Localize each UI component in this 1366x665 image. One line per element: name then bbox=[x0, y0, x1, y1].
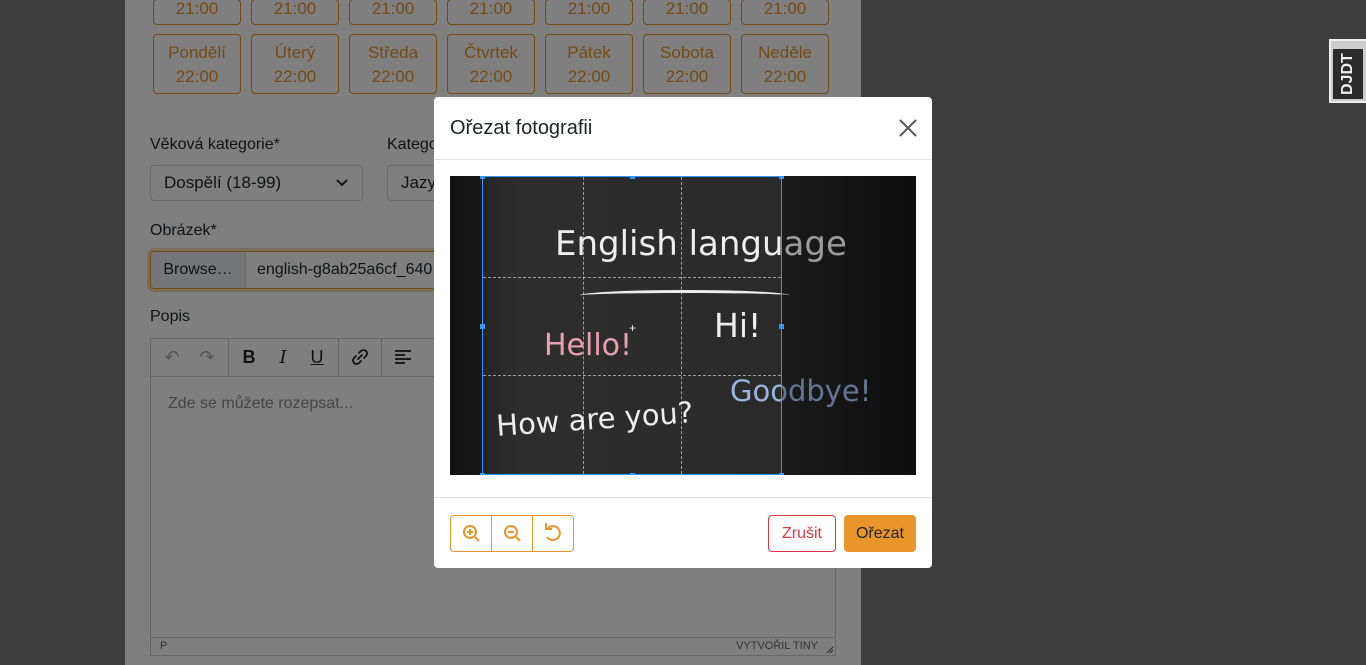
crop-box[interactable]: + bbox=[480, 176, 784, 475]
debug-toolbar-handle[interactable]: DJDT bbox=[1329, 39, 1366, 103]
crop-canvas[interactable]: English language Hello! Hi! Goodbye! How… bbox=[450, 176, 916, 475]
modal-title: Ořezat fotografii bbox=[450, 117, 593, 139]
cancel-button[interactable]: Zrušit bbox=[768, 515, 836, 552]
crop-guide bbox=[483, 375, 781, 376]
crop-handle[interactable] bbox=[480, 324, 485, 329]
close-icon[interactable] bbox=[897, 117, 919, 139]
zoom-in-icon bbox=[463, 525, 480, 542]
crop-guide bbox=[681, 177, 682, 474]
modal-footer: Zrušit Ořezat bbox=[434, 497, 932, 569]
crop-handle[interactable] bbox=[480, 176, 485, 179]
crop-modal: Ořezat fotografii English language Hello… bbox=[434, 97, 932, 568]
modal-header: Ořezat fotografii bbox=[434, 97, 932, 160]
crop-guide bbox=[583, 177, 584, 474]
crop-guide bbox=[483, 277, 781, 278]
crop-tools bbox=[450, 515, 574, 552]
crop-button[interactable]: Ořezat bbox=[844, 515, 916, 552]
crop-handle[interactable] bbox=[779, 473, 784, 475]
crop-handle[interactable] bbox=[779, 324, 784, 329]
crop-mask-right bbox=[782, 176, 916, 475]
crop-handle[interactable] bbox=[480, 473, 485, 475]
zoom-out-icon bbox=[504, 525, 521, 542]
crop-handle[interactable] bbox=[779, 176, 784, 179]
zoom-in-button[interactable] bbox=[451, 516, 492, 551]
rotate-left-icon bbox=[545, 523, 561, 542]
crop-handle[interactable] bbox=[630, 473, 635, 475]
crop-mask-left bbox=[450, 176, 482, 475]
reset-button[interactable] bbox=[533, 516, 573, 551]
debug-toolbar-label: DJDT bbox=[1333, 49, 1363, 99]
crop-handle[interactable] bbox=[630, 176, 635, 179]
crop-center-icon: + bbox=[629, 321, 637, 335]
zoom-out-button[interactable] bbox=[492, 516, 533, 551]
